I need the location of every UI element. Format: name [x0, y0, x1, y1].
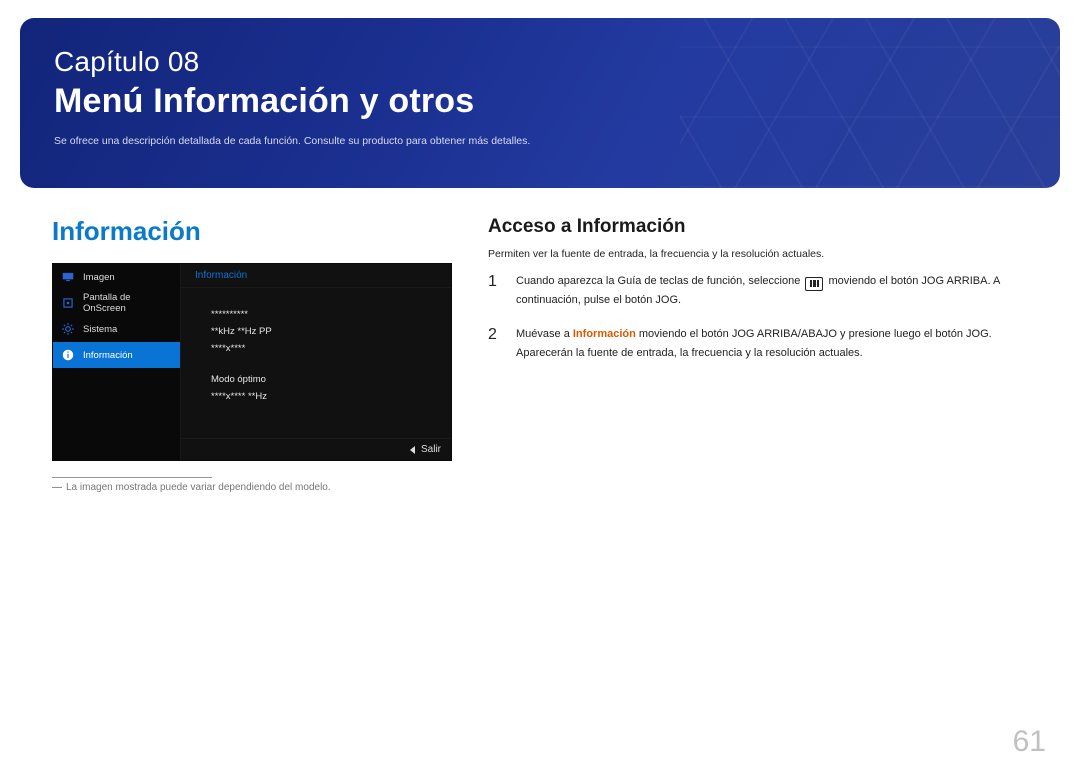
intro-text: Permiten ver la fuente de entrada, la fr… — [488, 248, 1040, 260]
chapter-hero: Capítulo 08 Menú Información y otros Se … — [20, 18, 1060, 188]
right-column: Acceso a Información Permiten ver la fue… — [488, 216, 1040, 379]
section-title-informacion: Información — [52, 216, 452, 247]
osd-screenshot: Imagen Pantalla de OnScreen Sistema — [52, 263, 452, 461]
osd-line: ****x**** — [211, 340, 431, 357]
osd-nav-label: Información — [83, 350, 133, 361]
step-text-pre: Muévase a — [516, 328, 573, 340]
chapter-title: Menú Información y otros — [54, 82, 1026, 121]
osd-nav-label: Sistema — [83, 324, 117, 335]
info-icon — [61, 348, 75, 362]
osd-body: Información ********** **kHz **Hz PP ***… — [181, 264, 451, 460]
step-number: 2 — [488, 325, 502, 362]
step-number: 1 — [488, 272, 502, 309]
osd-body-title: Información — [181, 264, 451, 288]
step-highlight: Información — [573, 328, 636, 340]
chapter-label: Capítulo 08 — [54, 46, 1026, 78]
footnote-text: La imagen mostrada puede variar dependie… — [66, 482, 331, 493]
osd-line: **kHz **Hz PP — [211, 323, 431, 340]
step-1: 1 Cuando aparezca la Guía de teclas de f… — [488, 272, 1040, 309]
osd-line: ********** — [211, 306, 431, 323]
osd-exit-label: Salir — [421, 444, 441, 455]
osd-line: Modo óptimo — [211, 371, 431, 388]
osd-nav-onscreen: Pantalla de OnScreen — [53, 290, 180, 316]
osd-nav-imagen: Imagen — [53, 264, 180, 290]
osd-line: ****x**** **Hz — [211, 388, 431, 405]
section-title-acceso: Acceso a Información — [488, 216, 1040, 238]
step-text: Cuando aparezca la Guía de teclas de fun… — [516, 272, 1040, 309]
target-icon — [61, 296, 75, 310]
page-number: 61 — [1013, 725, 1046, 759]
step-text: Muévase a Información moviendo el botón … — [516, 325, 1040, 362]
triangle-left-icon — [410, 446, 415, 454]
osd-nav-sistema: Sistema — [53, 316, 180, 342]
osd-nav: Imagen Pantalla de OnScreen Sistema — [53, 264, 181, 460]
footnote-rule — [52, 477, 212, 478]
monitor-icon — [61, 270, 75, 284]
osd-body-content: ********** **kHz **Hz PP ****x**** Modo … — [181, 288, 451, 438]
step-2: 2 Muévase a Información moviendo el botó… — [488, 325, 1040, 362]
osd-nav-label: Imagen — [83, 272, 115, 283]
osd-nav-informacion: Información — [53, 342, 180, 368]
steps-list: 1 Cuando aparezca la Guía de teclas de f… — [488, 272, 1040, 363]
chapter-subtitle: Se ofrece una descripción detallada de c… — [54, 135, 1026, 147]
footnote: ― La imagen mostrada puede variar dependi… — [52, 482, 452, 493]
left-column: Información Imagen Pantalla de OnScreen — [52, 216, 452, 493]
menu-bars-icon — [805, 277, 823, 291]
gear-icon — [61, 322, 75, 336]
step-text-pre: Cuando aparezca la Guía de teclas de fun… — [516, 275, 803, 287]
osd-nav-label: Pantalla de OnScreen — [83, 292, 172, 314]
footnote-dash: ― — [52, 482, 62, 493]
osd-footer: Salir — [181, 438, 451, 460]
